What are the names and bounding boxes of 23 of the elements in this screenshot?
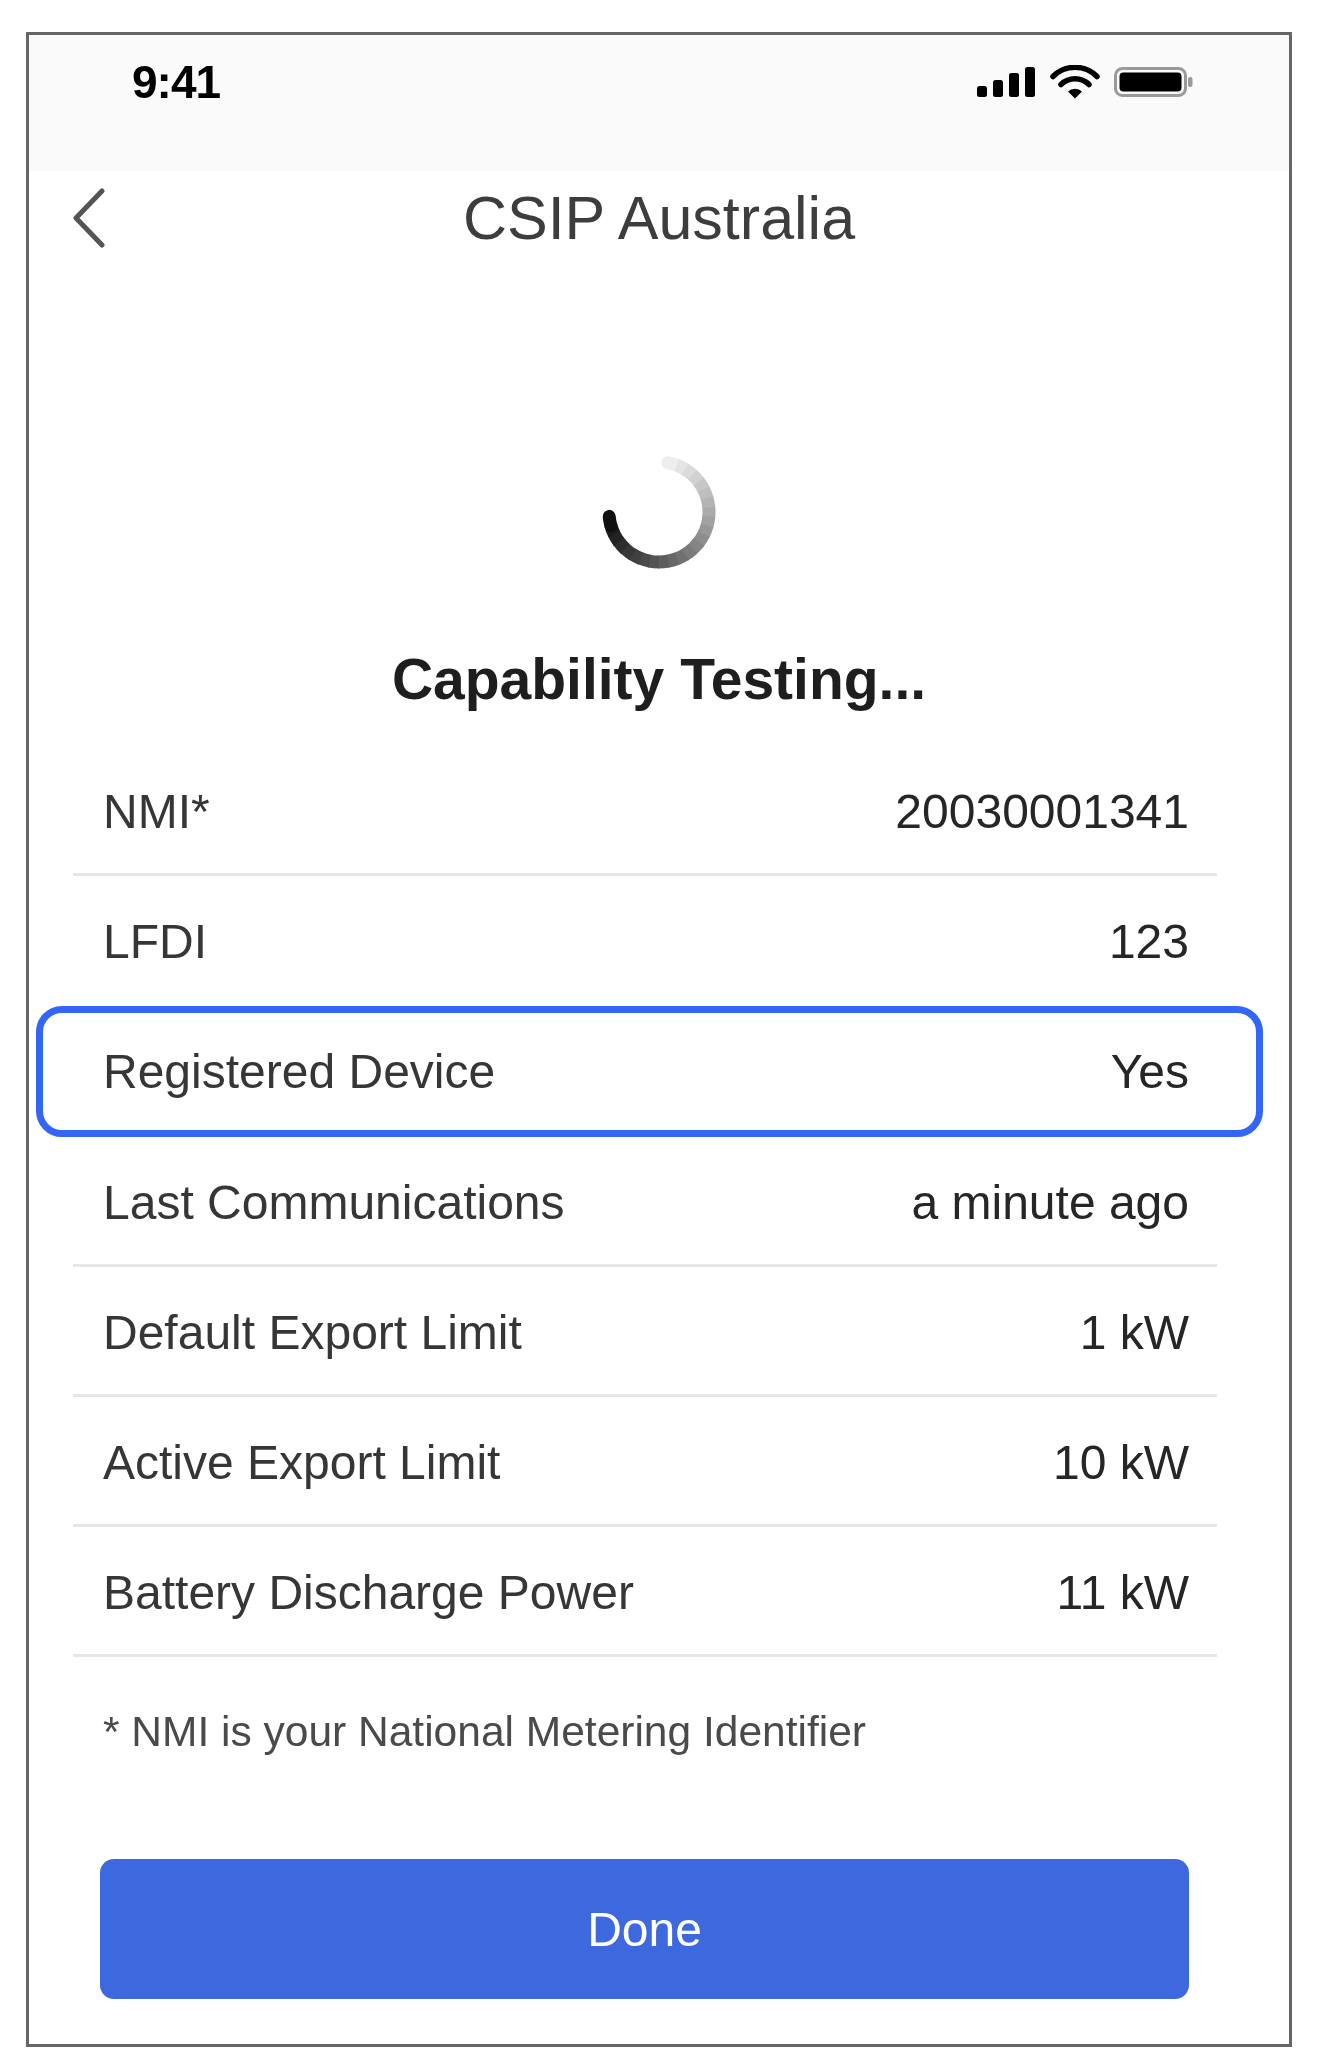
row-label: Default Export Limit [103, 1304, 522, 1360]
battery-icon [1114, 67, 1193, 97]
status-time: 9:41 [132, 55, 221, 109]
row-label: Registered Device [103, 1044, 496, 1099]
row-value: 1 kW [1079, 1304, 1189, 1360]
row-value: 10 kW [1052, 1434, 1189, 1490]
row-label: Last Communications [103, 1174, 565, 1230]
row-label: Active Export Limit [103, 1434, 501, 1490]
wifi-icon [1050, 65, 1100, 99]
status-heading: Capability Testing... [391, 646, 927, 713]
footnote-text: * NMI is your National Metering Identifier [103, 1707, 866, 1757]
back-chevron-icon[interactable] [72, 188, 106, 248]
row-value: a minute ago [911, 1174, 1189, 1230]
row-label: Battery Discharge Power [103, 1564, 634, 1620]
row-value: 123 [1108, 913, 1189, 969]
screen-title: CSIP Australia [462, 183, 856, 254]
done-button[interactable]: Done [100, 1859, 1189, 1999]
row-label: LFDI [103, 913, 207, 969]
row-value: Yes [1110, 1044, 1189, 1099]
row-value: 20030001341 [895, 783, 1189, 839]
signal-icon [977, 67, 1036, 97]
row-value: 11 kW [1056, 1564, 1189, 1620]
row-label: NMI* [103, 783, 210, 839]
